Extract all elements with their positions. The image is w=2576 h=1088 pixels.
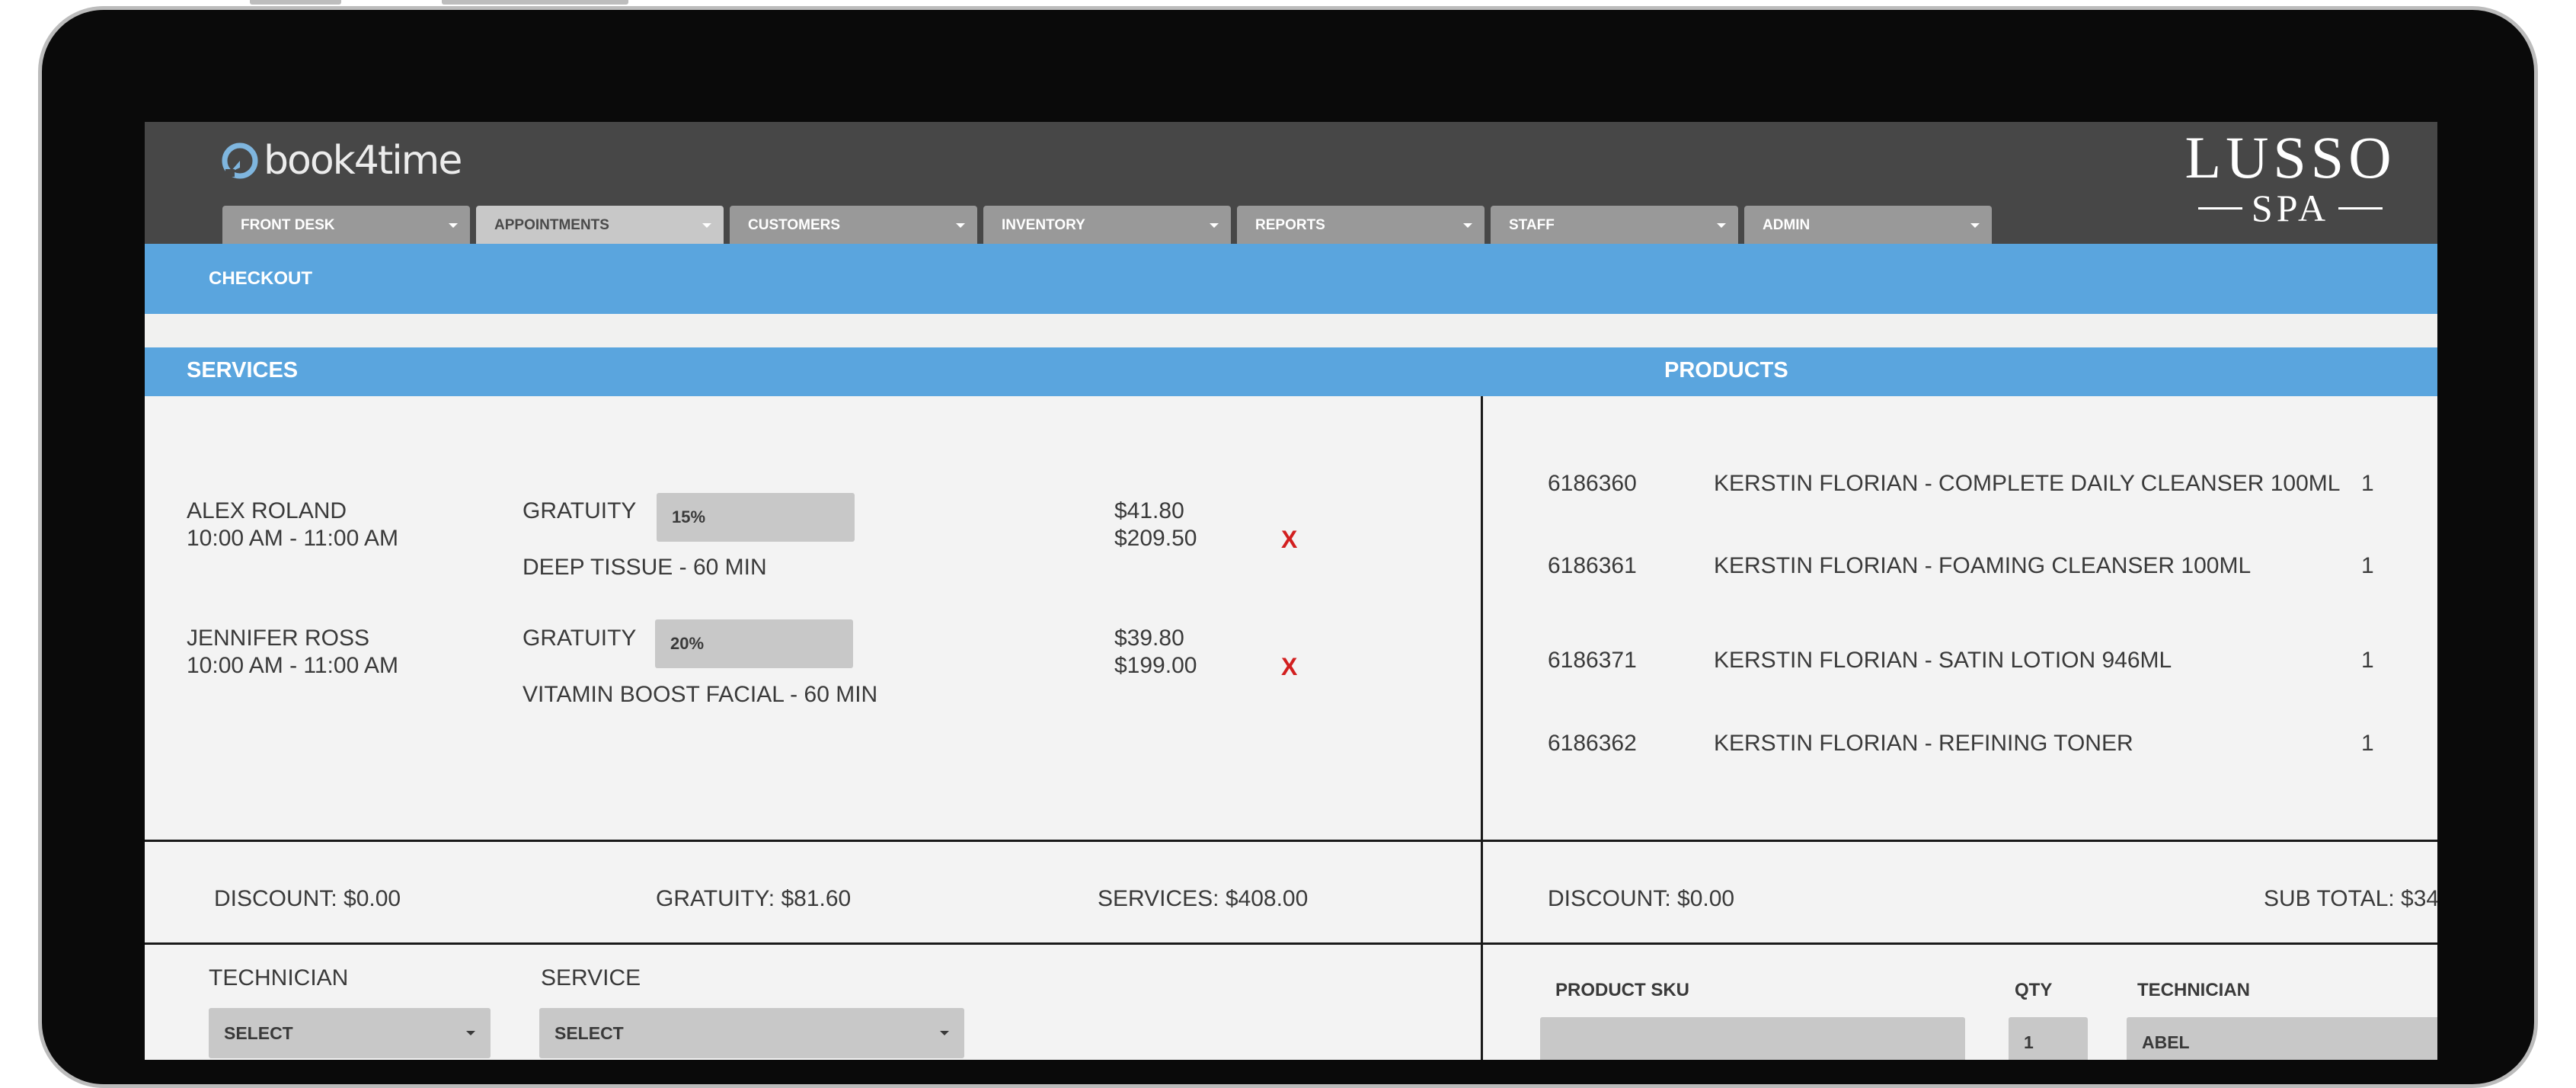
service-select[interactable]: SELECT — [539, 1008, 964, 1058]
nav-customers[interactable]: CUSTOMERS — [730, 206, 977, 244]
nav-inventory[interactable]: INVENTORY — [983, 206, 1231, 244]
technician-select[interactable]: SELECT — [209, 1008, 491, 1058]
nav-reports[interactable]: REPORTS — [1237, 206, 1485, 244]
service-price: $199.00 — [1114, 653, 1197, 678]
product-name: KERSTIN FLORIAN - SATIN LOTION 946ML — [1714, 648, 2172, 673]
product-sku: 6186361 — [1548, 553, 1637, 578]
brand-rule — [2338, 206, 2383, 210]
caret-down-icon — [466, 1031, 475, 1035]
brand-bottom: SPA — [2172, 189, 2408, 227]
caret-down-icon — [1210, 223, 1219, 228]
service-name: DEEP TISSUE - 60 MIN — [523, 555, 767, 580]
services-discount: DISCOUNT: $0.00 — [214, 886, 401, 911]
app-screen: book4time LUSSO SPA FRONT DESK APPOINTME… — [145, 122, 2437, 1060]
gratuity-amount: $41.80 — [1114, 498, 1184, 523]
logo-text: book4time — [264, 138, 462, 184]
product-qty: 1 — [2361, 648, 2374, 673]
nav-label: ADMIN — [1763, 217, 1811, 233]
product-qty: 1 — [2361, 553, 2374, 578]
totals-bottom-divider — [145, 942, 2437, 945]
product-sku: 6186360 — [1548, 471, 1637, 496]
product-sku: 6186371 — [1548, 648, 1637, 673]
caret-down-icon — [1463, 223, 1472, 228]
caret-down-icon — [940, 1031, 949, 1035]
nav-admin[interactable]: ADMIN — [1744, 206, 1992, 244]
gratuity-amount: $39.80 — [1114, 626, 1184, 651]
service-price: $209.50 — [1114, 526, 1197, 551]
client-name: ALEX ROLAND — [187, 498, 347, 523]
products-discount: DISCOUNT: $0.00 — [1548, 886, 1735, 911]
service-select-value: SELECT — [555, 1023, 624, 1043]
gratuity-label: GRATUITY — [523, 498, 637, 523]
totals-top-divider — [145, 840, 2437, 842]
product-qty: 1 — [2361, 471, 2374, 496]
product-name: KERSTIN FLORIAN - FOAMING CLEANSER 100ML — [1714, 553, 2252, 578]
appointment-time: 10:00 AM - 11:00 AM — [187, 653, 398, 678]
caret-down-icon — [956, 223, 965, 228]
service-label: SERVICE — [541, 965, 641, 990]
qty-label: QTY — [2015, 980, 2053, 1000]
book4time-logo[interactable]: book4time — [221, 137, 462, 184]
device-button — [250, 0, 341, 5]
services-total: SERVICES: $408.00 — [1098, 886, 1309, 911]
caret-down-icon — [1970, 223, 1980, 228]
lusso-spa-logo: LUSSO SPA — [2172, 124, 2408, 228]
product-qty: 1 — [2361, 731, 2374, 756]
appointment-time: 10:00 AM - 11:00 AM — [187, 526, 398, 551]
client-name: JENNIFER ROSS — [187, 626, 370, 651]
products-title: PRODUCTS — [1664, 358, 1788, 382]
product-technician-label: TECHNICIAN — [2137, 980, 2250, 1000]
main-nav: FRONT DESK APPOINTMENTS CUSTOMERS INVENT… — [222, 206, 1998, 244]
brand-rule — [2197, 206, 2242, 210]
services-title: SERVICES — [187, 358, 299, 382]
nav-label: REPORTS — [1255, 217, 1325, 233]
nav-label: APPOINTMENTS — [494, 217, 609, 233]
caret-down-icon — [449, 223, 458, 228]
products-subtotal: SUB TOTAL: $345. — [2264, 886, 2437, 911]
brand-bottom-text: SPA — [2251, 187, 2330, 229]
gratuity-select[interactable]: 20% — [655, 619, 853, 668]
product-technician-select[interactable]: ABEL — [2127, 1017, 2437, 1060]
product-name: KERSTIN FLORIAN - COMPLETE DAILY CLEANSE… — [1714, 471, 2341, 496]
nav-front-desk[interactable]: FRONT DESK — [222, 206, 470, 244]
breadcrumb-checkout[interactable]: CHECKOUT — [209, 268, 312, 290]
caret-down-icon — [702, 223, 711, 228]
caret-down-icon — [1717, 223, 1726, 228]
services-gratuity-total: GRATUITY: $81.60 — [656, 886, 852, 911]
brand-top-text: LUSSO — [2184, 124, 2396, 190]
service-name: VITAMIN BOOST FACIAL - 60 MIN — [523, 682, 878, 707]
technician-select-value: SELECT — [224, 1023, 293, 1043]
nav-label: CUSTOMERS — [748, 217, 841, 233]
nav-label: STAFF — [1509, 217, 1555, 233]
gratuity-label: GRATUITY — [523, 626, 637, 651]
product-sku-input[interactable] — [1540, 1017, 1965, 1060]
spacer — [145, 314, 2437, 347]
technician-label: TECHNICIAN — [209, 965, 349, 990]
gratuity-select[interactable]: 15% — [657, 493, 855, 542]
column-divider — [1481, 396, 1483, 1060]
product-name: KERSTIN FLORIAN - REFINING TONER — [1714, 731, 2133, 756]
nav-label: INVENTORY — [1002, 217, 1085, 233]
remove-service-button[interactable]: X — [1281, 526, 1297, 554]
device-button — [442, 0, 628, 5]
section-header-bar: SERVICES PRODUCTS — [145, 347, 2437, 396]
remove-service-button[interactable]: X — [1281, 653, 1297, 681]
product-sku: 6186362 — [1548, 731, 1637, 756]
book4time-logo-icon — [221, 142, 259, 180]
qty-input[interactable]: 1 — [2009, 1017, 2088, 1060]
nav-label: FRONT DESK — [241, 217, 335, 233]
nav-staff[interactable]: STAFF — [1491, 206, 1738, 244]
breadcrumb-bar: CHECKOUT — [145, 244, 2437, 314]
product-sku-label: PRODUCT SKU — [1555, 980, 1690, 1000]
nav-appointments[interactable]: APPOINTMENTS — [476, 206, 724, 244]
top-header: book4time LUSSO SPA FRONT DESK APPOINTME… — [145, 122, 2437, 244]
